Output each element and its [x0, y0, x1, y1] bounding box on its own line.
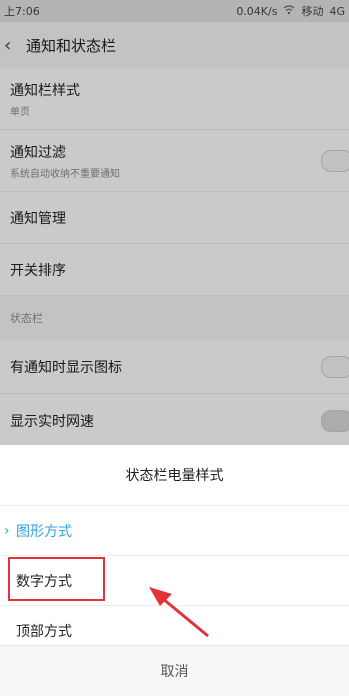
- annotation-arrow-icon: [149, 587, 209, 638]
